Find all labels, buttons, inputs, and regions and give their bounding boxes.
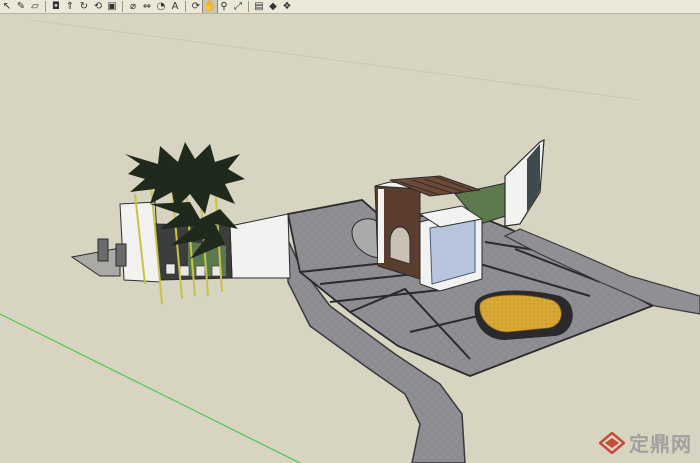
toolbar-group: ↖ ✎ ▱: [0, 0, 42, 13]
magnifier-icon: ⚲: [220, 1, 228, 12]
hand-icon: ✋: [203, 1, 217, 12]
eraser-icon: ▱: [31, 1, 39, 12]
toolbar: ↖ ✎ ▱ ◘ ⇑ ↻ ⟲ ▣ ⌀ ⇔ ◔ A ⟳ ✋ ⚲ ⤢ ▤ ◆ ❖: [0, 0, 700, 14]
pencil-tool-button[interactable]: ✎: [14, 0, 28, 13]
text-tool-button[interactable]: A: [168, 0, 182, 13]
tape-measure-button[interactable]: ⌀: [126, 0, 140, 13]
follow-me-icon: ⟲: [93, 1, 103, 12]
toolbar-group: ⌀ ⇔ ◔ A: [126, 0, 182, 13]
tape-measure-icon: ⌀: [129, 1, 137, 12]
paint-bucket-icon: ◘: [52, 1, 60, 12]
orbit-button[interactable]: ⟳: [189, 0, 203, 13]
toolbar-group: ◘ ⇑ ↻ ⟲ ▣: [49, 0, 119, 13]
dimension-button[interactable]: ⇔: [140, 0, 154, 13]
toolbar-separator: [122, 1, 123, 12]
zoom-extents-icon: ⤢: [234, 1, 242, 12]
components-icon: ❖: [282, 1, 292, 12]
push-pull-button[interactable]: ⇑: [63, 0, 77, 13]
orbit-icon: ⟳: [191, 1, 201, 12]
scale-icon: ▣: [107, 1, 117, 12]
get-models-button[interactable]: ▤: [252, 0, 266, 13]
pan-button[interactable]: ✋: [202, 0, 218, 13]
zoom-button[interactable]: ⚲: [217, 0, 231, 13]
arrow-cursor-icon: ↖: [2, 1, 12, 12]
scale-tool-button[interactable]: ▣: [105, 0, 119, 13]
warehouse-icon: ▤: [254, 1, 264, 12]
model-viewport[interactable]: [0, 14, 700, 463]
components-button[interactable]: ❖: [280, 0, 294, 13]
dimension-icon: ⇔: [142, 1, 152, 12]
rotate-icon: ↻: [79, 1, 89, 12]
select-tool-button[interactable]: ↖: [0, 0, 14, 13]
share-model-button[interactable]: ◆: [266, 0, 280, 13]
text-icon: A: [171, 1, 179, 12]
paint-bucket-button[interactable]: ◘: [49, 0, 63, 13]
yellow-flower-bed: [479, 294, 562, 333]
toolbar-group: ▤ ◆ ❖: [252, 0, 294, 13]
follow-me-button[interactable]: ⟲: [91, 0, 105, 13]
watermark-text: 定鼎网: [629, 432, 692, 456]
diamond-logo-icon: [599, 431, 625, 454]
toolbar-group: ⟳ ✋ ⚲ ⤢: [189, 0, 245, 13]
eraser-tool-button[interactable]: ▱: [28, 0, 42, 13]
pencil-icon: ✎: [16, 1, 26, 12]
watermark: 定鼎网: [599, 428, 692, 457]
protractor-icon: ◔: [156, 1, 166, 12]
protractor-button[interactable]: ◔: [154, 0, 168, 13]
zoom-extents-button[interactable]: ⤢: [231, 0, 245, 13]
toolbar-separator: [185, 1, 186, 12]
toolbar-separator: [45, 1, 46, 12]
rotate-tool-button[interactable]: ↻: [77, 0, 91, 13]
share-icon: ◆: [269, 1, 277, 12]
push-pull-icon: ⇑: [65, 1, 75, 12]
toolbar-separator: [248, 1, 249, 12]
